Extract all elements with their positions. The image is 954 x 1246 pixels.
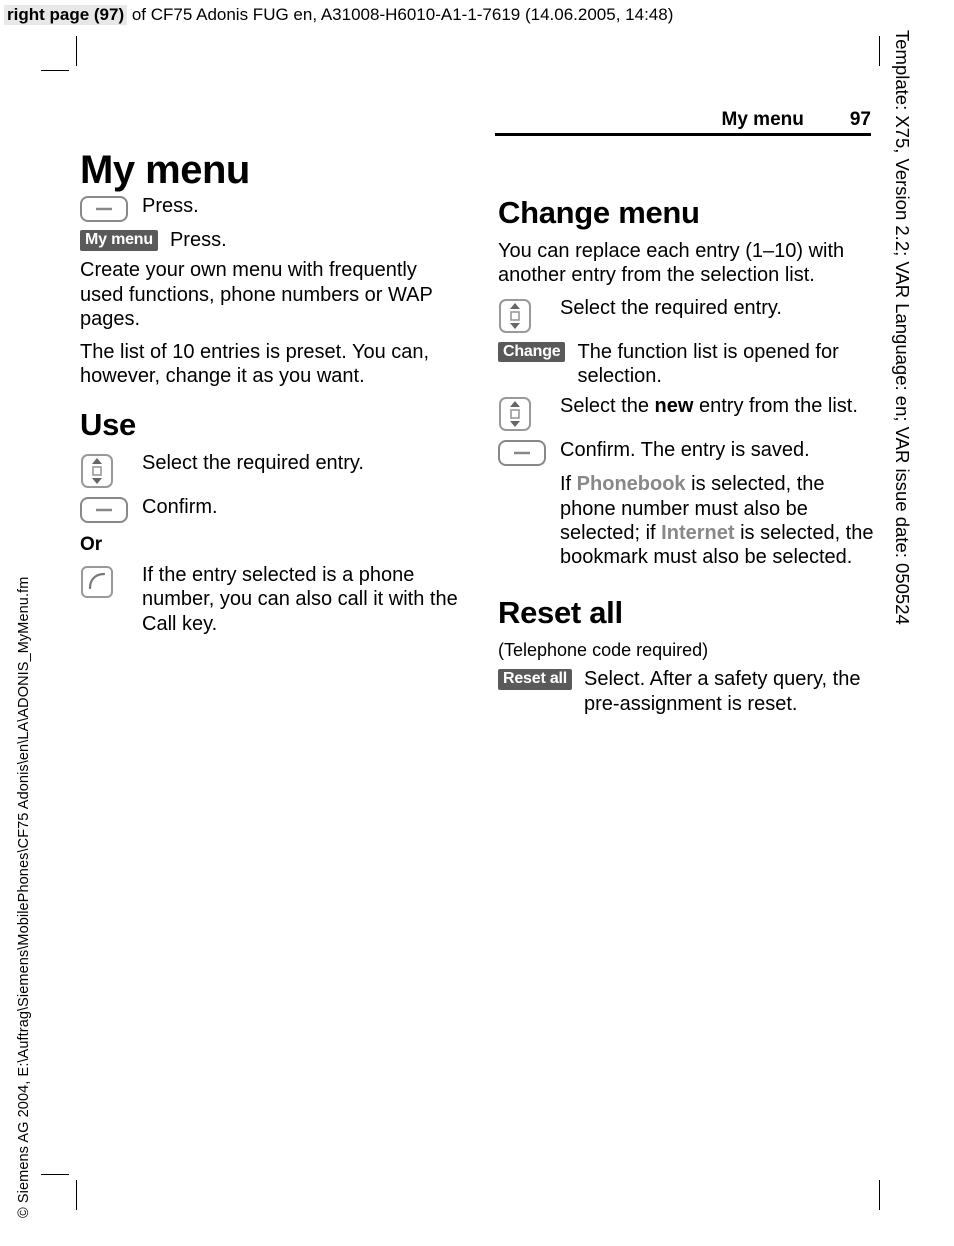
top-meta-line: right page (97) of CF75 Adonis FUG en, A… bbox=[4, 4, 673, 25]
step-text: The function list is opened for selectio… bbox=[577, 340, 878, 389]
step-text: Press. bbox=[142, 194, 460, 218]
crop-mark-icon bbox=[63, 1170, 103, 1210]
softkey-label-my-menu: My menu bbox=[80, 228, 158, 251]
running-header-title: My menu bbox=[722, 108, 804, 132]
top-meta-rest: of CF75 Adonis FUG en, A31008-H6010-A1-1… bbox=[127, 5, 673, 24]
heading-my-menu: My menu bbox=[80, 150, 460, 190]
side-right-template: Template: X75, Version 2.2; VAR Language… bbox=[891, 30, 914, 1230]
heading-change-menu: Change menu bbox=[498, 194, 878, 233]
reset-subnote: (Telephone code required) bbox=[498, 639, 878, 662]
step-text: Confirm. The entry is saved. bbox=[560, 438, 878, 462]
soft-key-icon bbox=[80, 495, 130, 523]
content-area: My menu Press. My menu Press. Create you… bbox=[80, 150, 880, 722]
step-text: Select the required entry. bbox=[142, 451, 460, 475]
step-text: Select. After a safety query, the pre-as… bbox=[584, 667, 878, 716]
or-label: Or bbox=[80, 533, 460, 557]
step-text: Confirm. bbox=[142, 495, 460, 519]
step-text: Press. bbox=[170, 228, 460, 252]
softkey-label-change: Change bbox=[498, 340, 565, 363]
soft-key-icon bbox=[80, 194, 130, 222]
call-key-icon bbox=[80, 563, 130, 599]
nav-key-icon bbox=[80, 451, 130, 489]
step-text: If the entry selected is a phone number,… bbox=[142, 563, 460, 636]
change-intro: You can replace each entry (1–10) with a… bbox=[498, 239, 878, 288]
heading-use: Use bbox=[80, 406, 460, 445]
nav-key-icon bbox=[498, 394, 548, 432]
column-right: Change menu You can replace each entry (… bbox=[498, 150, 878, 722]
nav-key-icon bbox=[498, 296, 548, 334]
running-header: My menu 97 bbox=[495, 108, 871, 132]
intro-paragraph-1: Create your own menu with frequently use… bbox=[80, 258, 460, 331]
change-note: If Phonebook is selected, the phone numb… bbox=[560, 472, 878, 570]
running-header-rule bbox=[495, 133, 871, 136]
softkey-label-reset-all: Reset all bbox=[498, 667, 572, 690]
soft-key-icon bbox=[498, 438, 548, 466]
running-header-page: 97 bbox=[850, 108, 871, 132]
heading-reset-all: Reset all bbox=[498, 594, 878, 633]
side-left-copyright: © Siemens AG 2004, E:\Auftrag\Siemens\Mo… bbox=[15, 577, 33, 1218]
step-text: Select the required entry. bbox=[560, 296, 878, 320]
step-text: Select the new entry from the list. bbox=[560, 394, 878, 418]
column-left: My menu Press. My menu Press. Create you… bbox=[80, 150, 460, 722]
page-side-tag: right page (97) bbox=[4, 5, 127, 25]
intro-paragraph-2: The list of 10 entries is preset. You ca… bbox=[80, 340, 460, 389]
crop-mark-icon bbox=[63, 38, 103, 78]
manual-page: right page (97) of CF75 Adonis FUG en, A… bbox=[0, 0, 954, 1246]
